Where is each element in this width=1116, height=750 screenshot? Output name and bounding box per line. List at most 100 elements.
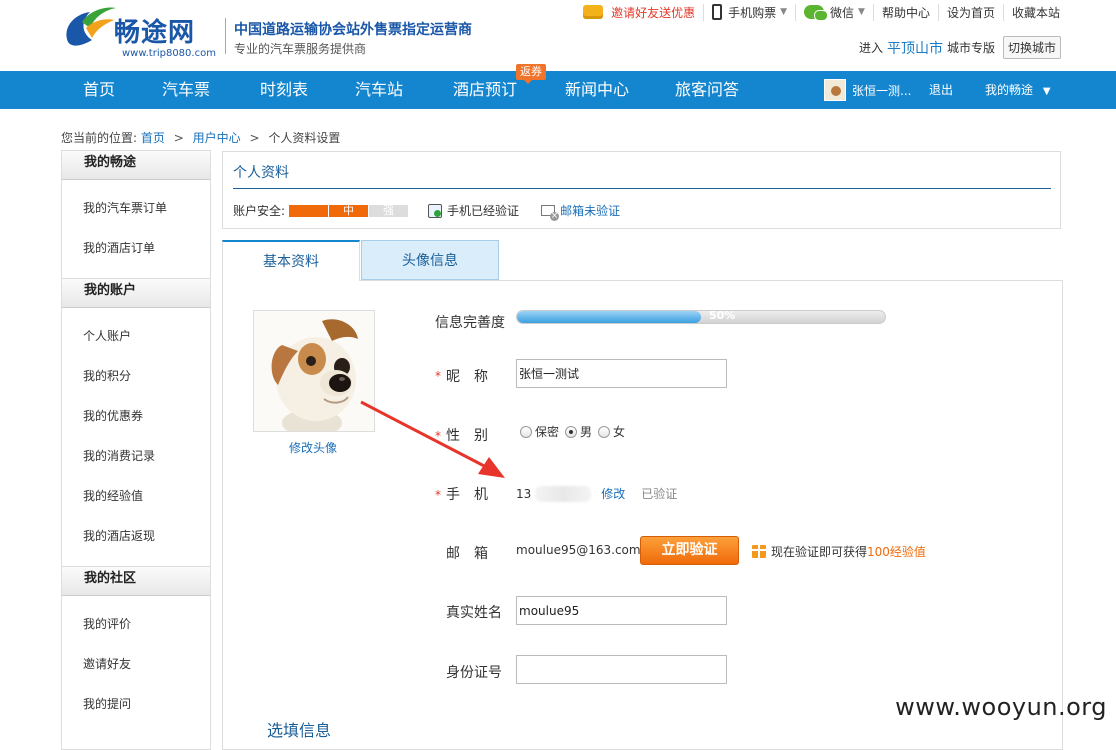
- completeness-progress: [516, 310, 886, 324]
- nav-hotel-booking[interactable]: 酒店预订: [453, 71, 517, 109]
- optional-info-title: 选填信息: [267, 721, 332, 740]
- cashback-badge: 返券: [516, 64, 546, 84]
- nav-bus-tickets[interactable]: 汽车票: [162, 71, 210, 109]
- breadcrumb-user-center[interactable]: 用户中心: [193, 131, 241, 145]
- email-value: moulue95@163.com: [516, 543, 641, 557]
- nickname-input[interactable]: [516, 359, 727, 388]
- idcard-input[interactable]: [516, 655, 727, 684]
- profile-summary: 个人资料 账户安全: 中 强 手机已经验证 邮箱未验证: [222, 151, 1061, 229]
- current-city[interactable]: 平顶山市: [887, 38, 943, 58]
- sidebar-item-points[interactable]: 我的积分: [62, 356, 210, 396]
- logout-link[interactable]: 退出: [929, 71, 953, 109]
- security-level-bar: 中 强: [289, 204, 409, 217]
- wechat-icon: [804, 5, 829, 21]
- gender-option-female: 女: [613, 425, 626, 439]
- breadcrumb-current: 个人资料设置: [268, 131, 341, 145]
- sidebar-item-hotel-orders[interactable]: 我的酒店订单: [62, 228, 210, 268]
- caret-down-icon: ▼: [1042, 86, 1051, 97]
- phone-verified-status: 手机已经验证: [428, 202, 519, 219]
- tab-basic-info[interactable]: 基本资料: [222, 240, 360, 281]
- nav-username: 张恒一测...: [852, 83, 912, 98]
- completeness-progress-fill: [517, 311, 701, 323]
- slogan-main: 中国道路运输协会站外售票指定运营商: [234, 22, 472, 38]
- gender-radio-male[interactable]: [565, 425, 578, 438]
- nav-home[interactable]: 首页: [83, 71, 115, 109]
- breadcrumb: 您当前的位置: 首页 > 用户中心 > 个人资料设置: [61, 129, 340, 146]
- gender-radio-female[interactable]: [598, 425, 611, 438]
- phone-verified-icon: [428, 203, 443, 218]
- change-avatar-link[interactable]: 修改头像: [289, 439, 337, 456]
- nav-user[interactable]: 张恒一测...: [824, 79, 911, 101]
- logo-name: 畅途网: [114, 18, 196, 48]
- wechat-link[interactable]: 微信 ▼: [796, 3, 874, 21]
- breadcrumb-home[interactable]: 首页: [141, 131, 165, 145]
- city-bar: 进入 平顶山市 城市专版 切换城市: [859, 36, 1061, 59]
- tab-avatar-info[interactable]: 头像信息: [361, 240, 499, 280]
- help-center-link[interactable]: 帮助中心: [874, 3, 939, 21]
- sidebar-item-questions[interactable]: 我的提问: [62, 684, 210, 724]
- sidebar-item-hotel-cashback[interactable]: 我的酒店返现: [62, 516, 210, 556]
- nav-traveler-qa[interactable]: 旅客问答: [675, 71, 739, 109]
- required-star: *: [435, 488, 441, 502]
- phone-redacted: [535, 485, 592, 502]
- account-security: 账户安全: 中 强 手机已经验证 邮箱未验证: [233, 202, 642, 221]
- gender-label: 性 别: [446, 428, 488, 444]
- invite-friends-link[interactable]: 邀请好友送优惠: [575, 3, 705, 21]
- phone-label: 手 机: [446, 487, 488, 503]
- idcard-label: 身份证号: [446, 665, 502, 681]
- watermark: www.wooyun.org: [895, 693, 1107, 721]
- reward-value: 100经验值: [867, 545, 926, 559]
- site-header: 畅途网 www.trip8080.com 中国道路运输协会站外售票指定运营商 专…: [0, 0, 1116, 71]
- security-segment-low: [289, 204, 329, 217]
- chevron-down-icon: ▼: [780, 7, 788, 17]
- sidebar-group-title: 我的社区: [62, 566, 210, 596]
- email-label: 邮 箱: [446, 546, 488, 562]
- sidebar-item-reviews[interactable]: 我的评价: [62, 604, 210, 644]
- nickname-label: 昵 称: [446, 369, 488, 385]
- mobile-purchase-link[interactable]: 手机购票 ▼: [704, 3, 797, 21]
- profile-divider: [233, 188, 1051, 189]
- profile-avatar: [253, 310, 375, 432]
- profile-title: 个人资料: [233, 165, 289, 181]
- realname-input[interactable]: [516, 596, 727, 625]
- email-unverified-link[interactable]: 邮箱未验证: [541, 202, 620, 221]
- phone-verified-text: 已验证: [641, 487, 678, 501]
- user-avatar: [824, 79, 846, 101]
- verify-email-button[interactable]: 立即验证: [640, 536, 739, 565]
- verify-reward-note: 现在验证即可获得 100经验值: [752, 543, 926, 560]
- sidebar-item-experience[interactable]: 我的经验值: [62, 476, 210, 516]
- gift-icon: [752, 545, 766, 558]
- my-account-label: 我的畅途: [985, 83, 1034, 97]
- gender-option-secret: 保密: [535, 425, 560, 439]
- switch-city-button[interactable]: 切换城市: [1002, 36, 1061, 59]
- security-segment-high: 强: [369, 204, 409, 217]
- sidebar-item-coupons[interactable]: 我的优惠券: [62, 396, 210, 436]
- sidebar-item-bus-orders[interactable]: 我的汽车票订单: [62, 188, 210, 228]
- city-suffix: 城市专版: [946, 41, 995, 55]
- phone-edit-link[interactable]: 修改: [601, 485, 625, 502]
- realname-label: 真实姓名: [446, 605, 502, 621]
- mail-unverified-icon: [541, 205, 560, 221]
- wechat-label: 微信: [830, 5, 855, 20]
- add-favorite-link[interactable]: 收藏本站: [1004, 4, 1062, 21]
- coins-icon: [583, 5, 604, 19]
- sidebar-item-personal-account[interactable]: 个人账户: [62, 316, 210, 356]
- nav-bus-stations[interactable]: 汽车站: [355, 71, 403, 109]
- nav-news-center[interactable]: 新闻中心: [565, 71, 629, 109]
- nav-timetable[interactable]: 时刻表: [260, 71, 308, 109]
- mobile-phone-icon: [712, 4, 723, 20]
- gender-radio-secret[interactable]: [520, 425, 532, 438]
- security-segment-mid: 中: [329, 204, 369, 217]
- mobile-purchase-label: 手机购票: [728, 5, 777, 20]
- security-label: 账户安全:: [233, 204, 286, 218]
- required-star: *: [435, 369, 441, 383]
- my-account-menu[interactable]: 我的畅途 ▼: [985, 71, 1051, 111]
- sidebar-item-invite[interactable]: 邀请好友: [62, 644, 210, 684]
- puppy-avatar-image: [254, 311, 374, 431]
- phone-value: 13: [516, 486, 532, 501]
- sidebar-group-list: 个人账户 我的积分 我的优惠券 我的消费记录 我的经验值 我的酒店返现: [62, 308, 210, 566]
- set-homepage-link[interactable]: 设为首页: [939, 3, 1004, 21]
- site-logo[interactable]: 畅途网 www.trip8080.com: [60, 2, 216, 62]
- breadcrumb-separator: >: [173, 131, 184, 145]
- sidebar-item-spending[interactable]: 我的消费记录: [62, 436, 210, 476]
